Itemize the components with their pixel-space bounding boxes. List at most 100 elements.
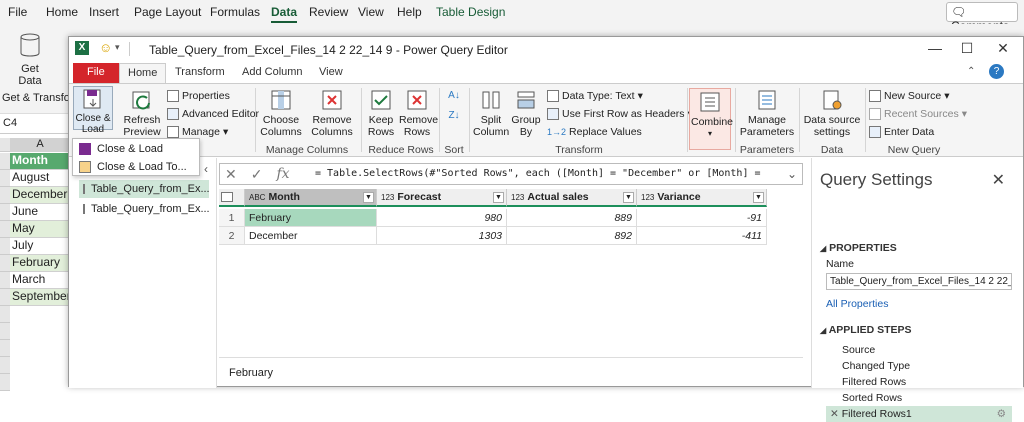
- tab-view[interactable]: View: [311, 63, 351, 83]
- row-number[interactable]: [0, 272, 10, 289]
- use-first-row-headers-button[interactable]: Use First Row as Headers ▾: [547, 106, 693, 121]
- row-number[interactable]: [0, 187, 10, 204]
- filter-icon[interactable]: ▼: [363, 192, 374, 203]
- row-number[interactable]: [0, 357, 10, 374]
- cell-forecast[interactable]: 980: [377, 209, 507, 227]
- group-by-button[interactable]: Group By: [511, 88, 541, 138]
- get-data-button[interactable]: Get Data: [10, 32, 50, 87]
- menu-file[interactable]: File: [8, 5, 27, 19]
- properties-section[interactable]: ◢ PROPERTIES: [820, 242, 897, 254]
- type-icon[interactable]: 123: [511, 193, 524, 202]
- step-item[interactable]: Source: [826, 342, 1012, 358]
- table-cell[interactable]: August: [10, 170, 70, 187]
- cell-forecast[interactable]: 1303: [377, 227, 507, 245]
- type-icon[interactable]: 123: [641, 193, 654, 202]
- table-header-cell[interactable]: Month: [10, 153, 70, 170]
- maximize-icon[interactable]: ☐: [953, 40, 981, 57]
- data-type-dropdown[interactable]: Data Type: Text ▾: [547, 88, 643, 103]
- collapse-properties-icon[interactable]: ◢: [820, 244, 826, 253]
- tab-file[interactable]: File: [73, 63, 119, 83]
- replace-values-button[interactable]: 1→2 Replace Values: [547, 124, 642, 139]
- advanced-editor-button[interactable]: Advanced Editor: [167, 106, 259, 121]
- close-icon[interactable]: ✕: [989, 40, 1017, 57]
- recent-sources-button[interactable]: Recent Sources ▾: [869, 106, 967, 121]
- row-number[interactable]: [0, 374, 10, 391]
- query-item[interactable]: Table_Query_from_Ex...: [79, 180, 210, 198]
- menu-home[interactable]: Home: [46, 5, 78, 19]
- row-number[interactable]: [0, 340, 10, 357]
- menu-item-close-load[interactable]: Close & Load: [73, 140, 199, 158]
- column-header-forecast[interactable]: 123 Forecast ▼: [377, 189, 507, 207]
- row-number[interactable]: [0, 170, 10, 187]
- manage-button[interactable]: Manage ▾: [167, 124, 228, 139]
- menu-review[interactable]: Review: [309, 5, 348, 19]
- menu-help[interactable]: Help: [397, 5, 422, 19]
- row-number[interactable]: 2: [219, 227, 245, 245]
- collapse-ribbon-icon[interactable]: ⌃: [967, 66, 975, 77]
- applied-steps-section[interactable]: ◢ APPLIED STEPS: [820, 324, 912, 336]
- step-item[interactable]: Sorted Rows: [826, 390, 1012, 406]
- all-properties-link[interactable]: All Properties: [826, 298, 888, 310]
- column-header-month[interactable]: ABC Month ▼: [245, 189, 377, 207]
- cell-month[interactable]: December: [245, 227, 377, 245]
- cell-actual[interactable]: 892: [507, 227, 637, 245]
- keep-rows-button[interactable]: Keep Rows: [365, 88, 397, 138]
- step-settings-gear-icon[interactable]: ⚙: [997, 408, 1006, 420]
- cell-variance[interactable]: -91: [637, 209, 767, 227]
- formula-text[interactable]: = Table.SelectRows(#"Sorted Rows", each …: [315, 168, 761, 179]
- row-number[interactable]: [0, 238, 10, 255]
- tab-add-column[interactable]: Add Column: [234, 63, 311, 83]
- confirm-formula-icon[interactable]: ✓: [251, 166, 263, 183]
- refresh-preview-button[interactable]: Refresh Preview: [119, 88, 165, 138]
- row-number[interactable]: 1: [219, 209, 245, 227]
- remove-rows-button[interactable]: Remove Rows: [399, 88, 438, 138]
- query-name-input[interactable]: Table_Query_from_Excel_Files_14 2 22_14: [826, 273, 1012, 290]
- row-number[interactable]: [0, 221, 10, 238]
- table-cell[interactable]: July: [10, 238, 70, 255]
- collapse-queries-icon[interactable]: ‹: [204, 162, 208, 176]
- cell-variance[interactable]: -411: [637, 227, 767, 245]
- dropdown-icon[interactable]: ▼: [753, 192, 764, 203]
- menu-table-design[interactable]: Table Design: [436, 5, 505, 19]
- menu-item-close-load-to[interactable]: Close & Load To...: [73, 158, 199, 176]
- expand-formula-icon[interactable]: ⌄: [787, 167, 797, 181]
- row-number[interactable]: [0, 323, 10, 340]
- table-cell[interactable]: May: [10, 221, 70, 238]
- menu-page-layout[interactable]: Page Layout: [134, 5, 201, 19]
- table-cell[interactable]: December: [10, 187, 70, 204]
- dropdown-icon[interactable]: ▼: [623, 192, 634, 203]
- sort-ascending-icon[interactable]: A↓: [443, 90, 465, 102]
- table-menu-button[interactable]: [219, 189, 245, 207]
- menu-formulas[interactable]: Formulas: [210, 5, 260, 19]
- type-icon[interactable]: 123: [381, 193, 394, 202]
- type-icon[interactable]: ABC: [249, 193, 265, 202]
- column-header-variance[interactable]: 123 Variance ▼: [637, 189, 767, 207]
- minimize-icon[interactable]: —: [921, 40, 949, 56]
- table-cell[interactable]: February: [10, 255, 70, 272]
- table-cell[interactable]: June: [10, 204, 70, 221]
- cell-month[interactable]: February: [245, 209, 377, 227]
- column-header-actual-sales[interactable]: 123 Actual sales ▼: [507, 189, 637, 207]
- column-a-header[interactable]: A: [10, 138, 70, 152]
- remove-columns-button[interactable]: Remove Columns: [309, 88, 355, 138]
- quick-access-dropdown-icon[interactable]: ▾: [115, 42, 120, 53]
- row-number[interactable]: [0, 204, 10, 221]
- collapse-steps-icon[interactable]: ◢: [820, 326, 826, 335]
- enter-data-button[interactable]: Enter Data: [869, 124, 934, 139]
- fx-icon[interactable]: fx: [276, 166, 289, 183]
- row-number[interactable]: [0, 255, 10, 272]
- table-cell[interactable]: March: [10, 272, 70, 289]
- menu-insert[interactable]: Insert: [89, 5, 119, 19]
- tab-home[interactable]: Home: [119, 63, 167, 83]
- choose-columns-button[interactable]: Choose Columns: [259, 88, 303, 138]
- properties-button[interactable]: Properties: [167, 88, 230, 103]
- row-number[interactable]: [0, 153, 10, 170]
- row-number[interactable]: [0, 306, 10, 323]
- delete-step-icon[interactable]: ✕: [830, 408, 839, 420]
- sort-descending-icon[interactable]: Z↓: [443, 110, 465, 122]
- query-item[interactable]: Table_Query_from_Ex...: [79, 200, 210, 218]
- combine-button[interactable]: Combine ▾: [691, 90, 733, 140]
- split-column-button[interactable]: Split Column: [473, 88, 509, 138]
- cell-actual[interactable]: 889: [507, 209, 637, 227]
- name-box[interactable]: C4: [0, 114, 70, 134]
